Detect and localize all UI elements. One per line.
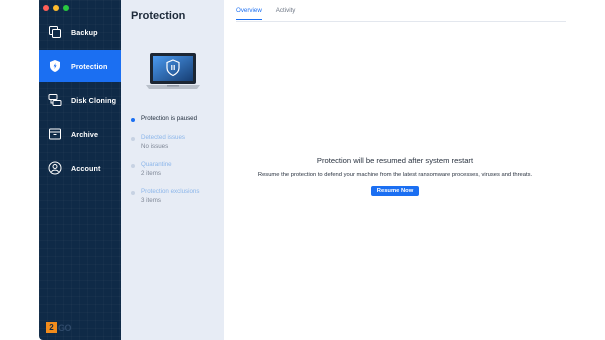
paused-description: Resume the protection to defend your mac… [257,172,533,178]
status-subtitle: 3 items [141,197,161,204]
sidebar: Backup Protection Disk Cloning Archive A [39,0,121,340]
tab-overview[interactable]: Overview [236,7,262,20]
app-window: Backup Protection Disk Cloning Archive A [39,0,566,340]
main-content: Overview Activity Protection will be res… [224,0,566,340]
paused-message: Protection will be resumed after system … [224,156,566,197]
logo-text: GO [58,322,72,333]
status-dot [131,164,135,168]
sidebar-item-backup[interactable]: Backup [39,16,121,48]
status-subtitle: No issues [141,143,169,150]
sidebar-item-archive[interactable]: Archive [39,118,121,150]
close-window-button[interactable] [43,5,49,11]
tab-divider [236,21,566,22]
tab-bar: Overview Activity [236,7,309,20]
tab-activity[interactable]: Activity [276,7,296,20]
logo-mark: 2 [46,322,57,333]
sidebar-item-label: Archive [71,129,99,139]
status-dot [131,137,135,141]
status-title: Protection is paused [141,115,198,122]
status-title: Quarantine [141,161,172,168]
status-dot [131,118,135,122]
status-title: Protection exclusions [141,188,200,195]
sidebar-item-label: Account [71,163,101,173]
status-title: Detected issues [141,134,186,141]
shield-icon [48,59,62,73]
sidebar-item-disk-cloning[interactable]: Disk Cloning [39,84,121,116]
sidebar-item-protection[interactable]: Protection [39,50,121,82]
minimize-window-button[interactable] [53,5,59,11]
sidebar-item-label: Backup [71,27,98,37]
disk-cloning-icon [48,93,62,107]
brand-logo: 2 GO [46,322,72,333]
page-title: Protection [131,10,186,22]
account-icon [48,161,62,175]
resume-now-button[interactable]: Resume Now [370,186,420,196]
status-dot [131,191,135,195]
archive-icon [48,127,62,141]
sidebar-item-account[interactable]: Account [39,152,121,184]
paused-headline: Protection will be resumed after system … [316,156,474,165]
zoom-window-button[interactable] [63,5,69,11]
status-subtitle: 2 items [141,170,161,177]
protection-panel: Protection Protection is paused Detected… [121,0,224,340]
window-controls [43,5,69,11]
sidebar-item-label: Protection [71,61,108,71]
backup-icon [48,25,62,39]
laptop-paused-icon [146,53,200,89]
sidebar-item-label: Disk Cloning [71,95,117,105]
